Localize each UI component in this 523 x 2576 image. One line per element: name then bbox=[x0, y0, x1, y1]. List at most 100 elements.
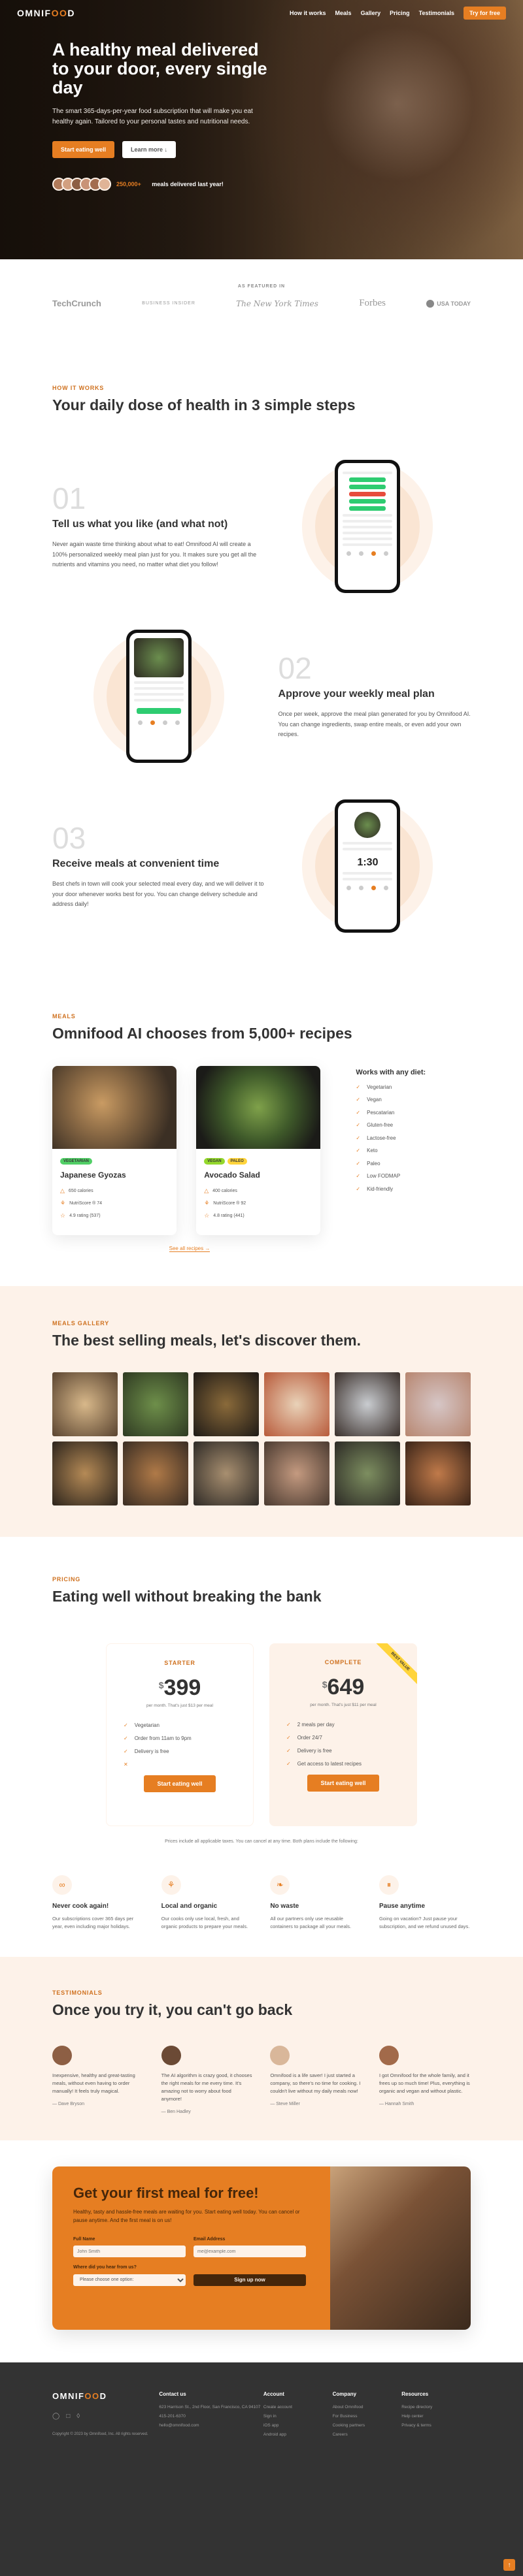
meal-card[interactable]: Vegan Paleo Avocado Salad △ 400 calories … bbox=[196, 1065, 321, 1235]
pause-icon: ⏸ bbox=[379, 1875, 399, 1895]
meal-calories: 400 calories bbox=[212, 1188, 237, 1193]
facebook-icon[interactable]: □ bbox=[66, 2413, 70, 2420]
section-title: Omnifood AI chooses from 5,000+ recipes bbox=[52, 1025, 352, 1042]
hero-title: A healthy meal delivered to your door, e… bbox=[52, 40, 267, 98]
section-subheading: Meals gallery bbox=[52, 1319, 110, 1327]
avatar bbox=[270, 2046, 290, 2066]
plan-per-meal: per month. That's just $13 per meal bbox=[146, 1703, 213, 1708]
plan-per-meal: per month. That's just $11 per meal bbox=[310, 1702, 377, 1707]
nav-link-meals[interactable]: Meals bbox=[335, 10, 352, 16]
gallery-image[interactable] bbox=[405, 1441, 471, 1506]
check-icon: ✓ bbox=[356, 1122, 361, 1129]
twitter-icon[interactable]: ◊ bbox=[76, 2413, 80, 2420]
footer-link[interactable]: Create account bbox=[263, 2405, 333, 2409]
plan-feature: ✓ Order from 11am to 9pm bbox=[124, 1735, 192, 1741]
nav-link-pricing[interactable]: Pricing bbox=[390, 10, 410, 16]
instagram-icon[interactable]: ◯ bbox=[52, 2413, 59, 2420]
start-eating-button[interactable]: Start eating well bbox=[144, 1775, 216, 1792]
check-icon: ✓ bbox=[356, 1173, 361, 1180]
start-eating-button[interactable]: Start eating well bbox=[52, 141, 115, 159]
plan-feature: ✕ bbox=[124, 1762, 236, 1767]
testimonials-section: Testimonials Once you try it, you can't … bbox=[0, 1956, 523, 2141]
section-title: Eating well without breaking the bank bbox=[52, 1588, 322, 1605]
diet-item: ✓ Kid-friendly bbox=[356, 1185, 394, 1192]
usa-today-logo: USA TODAY bbox=[426, 299, 471, 308]
meal-calories: 650 calories bbox=[68, 1188, 93, 1193]
check-icon: ✓ bbox=[356, 1148, 361, 1154]
footer-link[interactable]: Privacy & terms bbox=[401, 2423, 471, 2428]
footer-link[interactable]: Help center bbox=[401, 2414, 471, 2419]
scroll-top-icon[interactable]: ↑ bbox=[503, 2559, 515, 2571]
restaurant-icon: ⚘ bbox=[60, 1199, 66, 1206]
footer-logo[interactable]: OMNIFOOD bbox=[52, 2391, 159, 2401]
nav-link-testimonials[interactable]: Testimonials bbox=[419, 10, 454, 16]
nav-link-how[interactable]: How it works bbox=[290, 10, 326, 16]
footer-link[interactable]: Sign in bbox=[263, 2414, 333, 2419]
meal-card[interactable]: Vegetarian Japanese Gyozas △ 650 calories… bbox=[52, 1065, 177, 1235]
gallery-image[interactable] bbox=[194, 1441, 259, 1506]
gallery-image[interactable] bbox=[335, 1372, 400, 1437]
email-input[interactable] bbox=[194, 2246, 306, 2258]
sign-up-button[interactable]: Sign up now bbox=[194, 2274, 306, 2286]
featured-heading: AS FEATURED IN bbox=[237, 284, 286, 289]
diet-item: ✓ Low FODMAP bbox=[356, 1173, 401, 1180]
nav-cta-button[interactable]: Try for free bbox=[463, 7, 506, 20]
gallery-image[interactable] bbox=[405, 1372, 471, 1437]
source-select[interactable]: Please choose one option: bbox=[73, 2274, 186, 2286]
footer-link[interactable]: Android app bbox=[263, 2432, 333, 2437]
check-icon: ✓ bbox=[356, 1109, 361, 1116]
star-icon: ☆ bbox=[60, 1212, 66, 1219]
techcrunch-logo: TechCrunch bbox=[52, 298, 101, 308]
logo[interactable]: OMNIFOOD bbox=[17, 8, 75, 18]
close-icon: ✕ bbox=[124, 1761, 128, 1767]
footer-link[interactable]: About Omnifood bbox=[333, 2405, 402, 2409]
gallery-image[interactable] bbox=[52, 1372, 118, 1437]
footer-link[interactable]: For Business bbox=[333, 2414, 402, 2419]
nav-link-gallery[interactable]: Gallery bbox=[361, 10, 381, 16]
gallery-image[interactable] bbox=[123, 1441, 188, 1506]
meal-score: NutriScore ® 74 bbox=[69, 1200, 102, 1206]
step-number: 02 bbox=[278, 651, 312, 686]
gallery-image[interactable] bbox=[123, 1372, 188, 1437]
plan-name: STARTER bbox=[164, 1659, 195, 1666]
pricing-section: Pricing Eating well without breaking the… bbox=[0, 1537, 523, 1956]
all-recipes-link[interactable]: See all recipes → bbox=[169, 1246, 211, 1252]
footer-link[interactable]: Cooking partners bbox=[333, 2423, 402, 2428]
plan-name: COMPLETE bbox=[324, 1658, 362, 1666]
diet-item: ✓ Gluten-free bbox=[356, 1122, 394, 1129]
phone-link[interactable]: 415-201-6370 bbox=[159, 2414, 263, 2419]
footer-link[interactable]: Recipe directory bbox=[401, 2405, 471, 2409]
how-it-works-section: How it works Your daily dose of health i… bbox=[0, 329, 523, 967]
start-eating-button[interactable]: Start eating well bbox=[307, 1774, 379, 1792]
gallery-image[interactable] bbox=[335, 1441, 400, 1506]
pricing-note: Prices include all applicable taxes. You… bbox=[165, 1839, 358, 1844]
email-link[interactable]: hello@omnifood.com bbox=[159, 2423, 263, 2428]
feature-item: ⏸ Pause anytime Going on vacation? Just pa… bbox=[379, 1875, 471, 1931]
check-icon: ✓ bbox=[356, 1097, 361, 1103]
hero-section: OMNIFOOD How it works Meals Gallery Pric… bbox=[0, 0, 523, 259]
gallery-image[interactable] bbox=[264, 1441, 329, 1506]
check-icon: ✓ bbox=[356, 1160, 361, 1167]
footer-link[interactable]: iOS app bbox=[263, 2423, 333, 2428]
meals-section: Meals Omnifood AI chooses from 5,000+ re… bbox=[0, 967, 523, 1285]
footer-company: Company About Omnifood For Business Cookin… bbox=[333, 2391, 402, 2441]
gallery-image[interactable] bbox=[52, 1441, 118, 1506]
plan-feature: ✓ Order 24/7 bbox=[286, 1734, 322, 1741]
address: 623 Harrison St., 2nd Floor, San Francis… bbox=[159, 2405, 261, 2410]
delivered-meals: 250,000+ meals delivered last year! bbox=[52, 178, 275, 191]
gallery-image[interactable] bbox=[264, 1372, 329, 1437]
restaurant-icon: ⚘ bbox=[204, 1199, 210, 1206]
email-label: Email Address bbox=[194, 2236, 226, 2242]
footer: OMNIFOOD ◯ □ ◊ Copyright © 2023 by Omnif… bbox=[0, 2362, 523, 2576]
cta-title: Get your first meal for free! bbox=[73, 2185, 259, 2202]
step-text: Best chefs in town will cook your select… bbox=[52, 880, 264, 908]
gallery-image[interactable] bbox=[194, 1372, 259, 1437]
learn-more-button[interactable]: Learn more ↓ bbox=[122, 141, 177, 159]
avatar bbox=[52, 2046, 72, 2066]
delivery-timer: 1:30 bbox=[357, 857, 379, 869]
footer-link[interactable]: Careers bbox=[333, 2432, 402, 2437]
full-name-input[interactable] bbox=[73, 2246, 186, 2258]
check-icon: ✓ bbox=[124, 1748, 128, 1754]
step-2-image bbox=[65, 621, 252, 771]
plan-price: 399 bbox=[163, 1675, 201, 1700]
